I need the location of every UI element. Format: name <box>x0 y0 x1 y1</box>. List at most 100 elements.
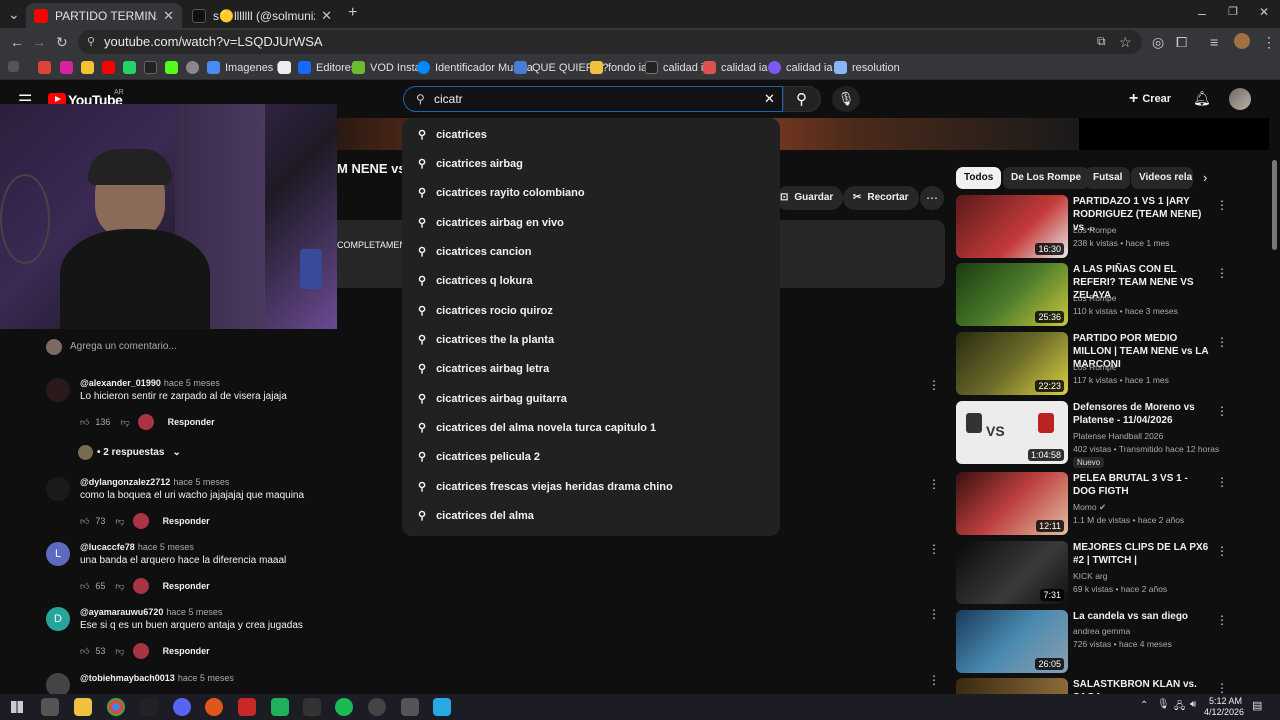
kick-icon[interactable] <box>165 61 183 74</box>
video-menu-icon[interactable]: ⋮ <box>1216 613 1228 627</box>
bookmark-star-icon[interactable]: ☆ <box>1119 34 1132 51</box>
bookmark-fondo-ia[interactable]: fondo ia <box>590 61 647 74</box>
channel-name[interactable]: KICK arg <box>1073 570 1223 583</box>
video-thumbnail[interactable]: 12:11 <box>956 472 1068 535</box>
apps-icon[interactable] <box>8 61 19 72</box>
chip-futsal[interactable]: Futsal <box>1085 167 1131 189</box>
reply-button[interactable]: Responder <box>163 646 210 656</box>
chrome-icon[interactable] <box>107 698 125 716</box>
video-title[interactable]: PELEA BRUTAL 3 VS 1 - DOG FIGTH <box>1073 472 1213 498</box>
spotify-icon[interactable] <box>335 698 353 716</box>
minimize-button[interactable]: – <box>1198 5 1206 21</box>
suggestion-item[interactable]: ⚲ cicatrices airbag letra <box>402 354 780 383</box>
related-video[interactable]: 26:05 La candela vs san diego andrea gem… <box>956 610 1228 674</box>
new-tab-button[interactable]: + <box>348 4 357 22</box>
volume-icon[interactable]: 🔊︎ <box>1190 699 1196 710</box>
channel-name[interactable]: Los Rompe <box>1073 292 1223 305</box>
task-view-icon[interactable] <box>41 698 59 716</box>
tab-tiktok[interactable]: s🟡lllllll (@solmunizaga_) | TikTok ✕ <box>184 3 340 28</box>
video-thumbnail[interactable]: 7:31 <box>956 541 1068 604</box>
thumbs-down-icon[interactable]: 👎︎ <box>115 581 124 592</box>
suggestion-item[interactable]: ⚲ cicatrices airbag guitarra <box>402 384 780 413</box>
notion-icon[interactable] <box>278 61 296 74</box>
video-menu-icon[interactable]: ⋮ <box>1216 404 1228 418</box>
related-video[interactable]: SALASTKBRON KLAN vs. SAGA ⋮ <box>956 678 1226 694</box>
extension-icon[interactable]: ◎ <box>1152 34 1164 51</box>
related-video[interactable]: 16:30 PARTIDAZO 1 VS 1 |ARY RODRIGUEZ (T… <box>956 195 1228 259</box>
bookmark-editores[interactable]: Editores <box>298 61 356 74</box>
suggestion-item[interactable]: ⚲ cicatrices airbag en vivo <box>402 208 780 237</box>
whatsapp-icon[interactable] <box>123 61 141 74</box>
related-video[interactable]: VS 1:04:58 Defensores de Moreno vs Plate… <box>956 401 1228 468</box>
address-bar[interactable]: ⚲ youtube.com/watch?v=LSQDJUrWSA <box>78 30 1142 54</box>
avatar[interactable] <box>46 673 70 694</box>
video-thumbnail[interactable]: 16:30 <box>956 195 1068 258</box>
network-icon[interactable]: 🖧︎ <box>1174 699 1185 716</box>
related-video[interactable]: 25:36 A LAS PIÑAS CON EL REFERI? TEAM NE… <box>956 263 1228 327</box>
comment-author[interactable]: @ayamarauwu6720 hace 5 meses <box>80 607 222 617</box>
mic-icon[interactable]: 🎙︎ <box>1157 699 1170 710</box>
notifications-bell-icon[interactable]: 🔔︎ <box>1193 90 1211 107</box>
chip-de-los-rompe[interactable]: De Los Rompe <box>1003 167 1090 189</box>
scrollbar-thumb[interactable] <box>1272 160 1277 250</box>
channel-name[interactable]: Los Rompe <box>1073 361 1223 374</box>
video-thumbnail[interactable]: VS 1:04:58 <box>956 401 1068 464</box>
video-title[interactable]: La candela vs san diego <box>1073 610 1213 623</box>
video-menu-icon[interactable]: ⋮ <box>1216 266 1228 280</box>
discord-icon[interactable] <box>173 698 191 716</box>
avatar[interactable] <box>46 477 70 501</box>
suggestion-item[interactable]: ⚲ cicatrices the la planta <box>402 325 780 354</box>
more-actions-button[interactable]: ⋯ <box>920 186 944 210</box>
epic-games-icon[interactable] <box>140 698 158 716</box>
globe-icon[interactable] <box>186 61 204 74</box>
puzzle-icon[interactable]: ⧠ <box>1176 34 1187 51</box>
back-icon[interactable]: ← <box>10 34 24 50</box>
video-title[interactable]: SALASTKBRON KLAN vs. SAGA <box>1073 678 1213 694</box>
bookmark-icon[interactable] <box>38 61 56 74</box>
bookmark-calidad-ia[interactable]: calidad ia <box>645 61 709 74</box>
restore-button[interactable]: ❐ <box>1228 5 1238 18</box>
forward-icon[interactable]: → <box>32 34 46 50</box>
reply-button[interactable]: Responder <box>163 581 210 591</box>
comment-menu-icon[interactable]: ⋮ <box>928 378 940 392</box>
comment-author[interactable]: @lucaccfe78 hace 5 meses <box>80 542 194 552</box>
brave-icon[interactable] <box>205 698 223 716</box>
tray-chevron-icon[interactable]: ⌃ <box>1140 700 1148 711</box>
notifications-icon[interactable]: ▤ <box>1252 699 1262 712</box>
video-thumbnail[interactable] <box>956 678 1068 694</box>
thumbs-up-icon[interactable]: 👍︎ <box>80 516 89 527</box>
video-menu-icon[interactable]: ⋮ <box>1216 544 1228 558</box>
video-menu-icon[interactable]: ⋮ <box>1216 475 1228 489</box>
channel-name[interactable]: Los Rompe <box>1073 224 1223 237</box>
account-avatar[interactable] <box>1229 88 1251 110</box>
related-video[interactable]: 12:11 PELEA BRUTAL 3 VS 1 - DOG FIGTH Mo… <box>956 472 1228 536</box>
bookmark-icon[interactable] <box>81 61 99 74</box>
channel-name[interactable]: andrea gemma <box>1073 625 1223 638</box>
video-menu-icon[interactable]: ⋮ <box>1216 198 1228 212</box>
chevron-right-icon[interactable]: › <box>1203 170 1207 185</box>
comment-author[interactable]: @alexander_01990 hace 5 meses <box>80 378 220 388</box>
video-menu-icon[interactable]: ⋮ <box>1216 335 1228 349</box>
voice-search-mic-icon[interactable]: 🎙︎ <box>832 86 860 112</box>
video-thumbnail[interactable]: 22:23 <box>956 332 1068 395</box>
search-button[interactable]: ⚲ <box>783 86 821 112</box>
suggestion-item[interactable]: ⚲ cicatrices <box>402 120 780 149</box>
replies-toggle[interactable]: • 2 respuestas ⌄ <box>78 445 181 460</box>
comment-menu-icon[interactable]: ⋮ <box>928 673 940 687</box>
app-icon[interactable] <box>401 698 419 716</box>
add-comment-input[interactable]: Agrega un comentario... <box>70 341 177 352</box>
video-thumbnail[interactable]: 26:05 <box>956 610 1068 673</box>
suggestion-item[interactable]: ⚲ cicatrices del alma <box>402 501 780 530</box>
avatar[interactable] <box>46 378 70 402</box>
tiktok-icon[interactable] <box>144 61 162 74</box>
save-button[interactable]: ⊡ Guardar <box>776 186 844 210</box>
bookmark-calidad-ia-3[interactable]: calidad ia 3 <box>768 61 842 74</box>
capcut-icon[interactable] <box>303 698 321 716</box>
channel-name[interactable]: Momo ✔ <box>1073 501 1223 514</box>
suggestion-item[interactable]: ⚲ cicatrices del alma novela turca capitu… <box>402 413 780 442</box>
menu-icon[interactable]: ⋮ <box>1262 34 1276 51</box>
avatar[interactable]: D <box>46 607 70 631</box>
comment-author[interactable]: @tobiehmaybach0013 hace 5 meses <box>80 673 234 683</box>
comment-menu-icon[interactable]: ⋮ <box>928 542 940 556</box>
file-explorer-icon[interactable] <box>74 698 92 716</box>
